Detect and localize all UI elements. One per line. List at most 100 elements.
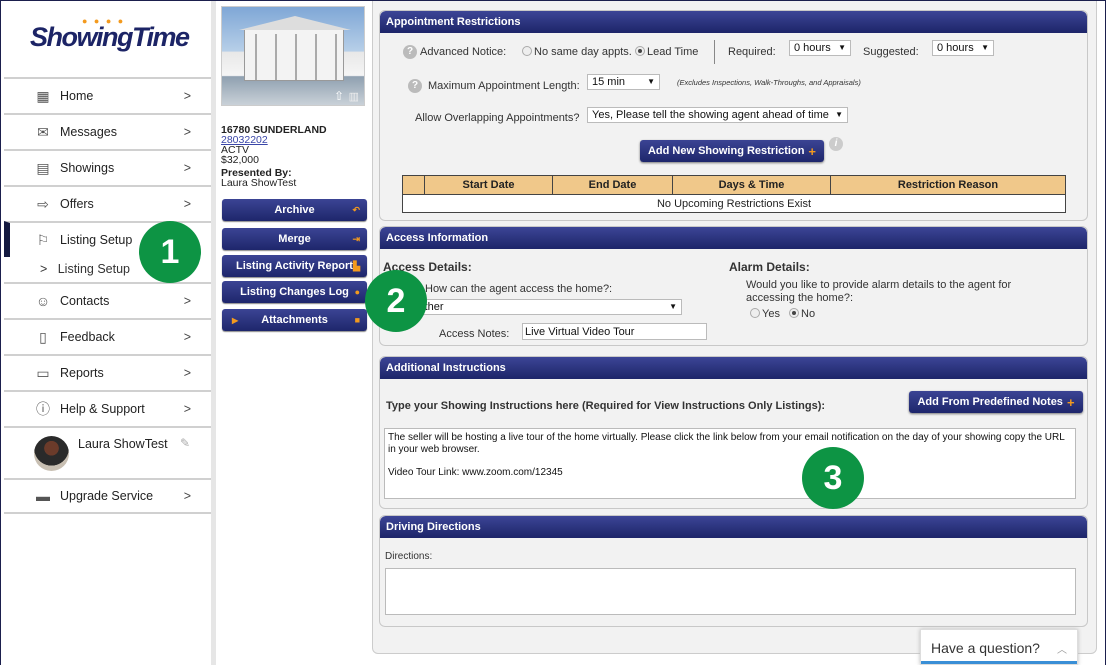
required-label: Required: — [728, 46, 776, 58]
chevron-right-icon: > — [183, 294, 191, 308]
radio-label: Lead Time — [647, 46, 699, 58]
offer-icon: ⇨ — [37, 195, 49, 212]
chevron-right-icon: > — [183, 489, 191, 503]
lead-time-radio[interactable]: Lead Time — [635, 46, 698, 58]
radio-button[interactable] — [522, 46, 532, 56]
button-label: Listing Activity Report — [236, 260, 353, 272]
alarm-question: Would you like to provide alarm details … — [746, 279, 1012, 304]
nav-label: Feedback — [60, 330, 115, 344]
column-header[interactable]: Start Date — [424, 175, 553, 195]
showingtime-logo[interactable]: ShowingTime — [30, 22, 190, 53]
chat-widget[interactable]: Have a question? ︿ — [920, 629, 1078, 665]
column-header — [402, 175, 425, 195]
credit-card-icon: ▬ — [36, 488, 50, 504]
nav-label: Contacts — [60, 294, 110, 308]
upload-icon[interactable]: ⇧ — [334, 89, 344, 103]
step-badge-2: 2 — [365, 270, 427, 332]
instructions-textarea[interactable]: The seller will be hosting a live tour o… — [384, 428, 1076, 499]
divider — [714, 40, 715, 64]
sidebar-item-contacts[interactable]: ☺ Contacts > — [4, 282, 211, 318]
sidebar-item-help-support[interactable]: ⓘ Help & Support > — [4, 390, 211, 426]
user-profile[interactable]: Laura ShowTest ✎ — [4, 426, 211, 478]
listing-activity-report-button[interactable]: Listing Activity Report ▙ — [222, 255, 367, 277]
sidebar-item-upgrade-service[interactable]: ▬ Upgrade Service > — [4, 478, 211, 514]
button-label: Add New Showing Restriction — [647, 145, 805, 157]
overlap-select[interactable]: Yes, Please tell the showing agent ahead… — [587, 107, 848, 123]
nav-label: Listing Setup — [60, 233, 133, 247]
section-header: Access Information — [380, 227, 1087, 249]
max-length-select[interactable]: 15 min — [587, 74, 660, 90]
radio-label: Yes — [762, 308, 780, 320]
no-same-day-radio[interactable]: No same day appts. — [522, 46, 632, 58]
column-header[interactable]: End Date — [552, 175, 673, 195]
undo-icon: ↶ — [352, 204, 360, 215]
radio-button[interactable] — [635, 46, 645, 56]
contacts-icon: ☺ — [35, 293, 51, 309]
nav-label: Offers — [60, 197, 94, 211]
suggested-label: Suggested: — [863, 46, 919, 58]
plus-icon: + — [808, 143, 817, 159]
required-hours-select[interactable]: 0 hours — [789, 40, 851, 56]
access-notes-label: Access Notes: — [439, 328, 510, 340]
button-label: Add From Predefined Notes — [917, 396, 1063, 408]
alarm-no-radio[interactable]: No — [789, 308, 815, 320]
section-header: Additional Instructions — [380, 357, 1087, 379]
button-label: Listing Changes Log — [240, 286, 349, 298]
chevron-right-icon: > — [183, 402, 191, 416]
info-icon[interactable]: i — [829, 137, 843, 151]
listing-photo[interactable]: ⇧ ▥ — [221, 6, 365, 106]
column-header[interactable]: Days & Time — [672, 175, 831, 195]
avatar — [34, 436, 69, 471]
archive-button[interactable]: Archive ↶ — [222, 199, 367, 221]
chevron-right-icon: > — [183, 89, 191, 103]
access-notes-input[interactable]: Live Virtual Video Tour — [522, 323, 707, 340]
nav-label: Messages — [60, 125, 117, 139]
help-icon[interactable]: ? — [408, 79, 422, 93]
merge-icon: ⇥ — [352, 233, 360, 244]
chevron-up-icon[interactable]: ︿ — [1057, 641, 1067, 656]
trash-icon[interactable]: ▥ — [349, 90, 359, 103]
alarm-yes-radio[interactable]: Yes — [750, 308, 780, 320]
nav-label: Upgrade Service — [60, 489, 154, 503]
envelope-icon: ✉ — [37, 123, 49, 140]
instructions-prompt: Type your Showing Instructions here (Req… — [386, 400, 826, 412]
listing-changes-log-button[interactable]: Listing Changes Log ● — [222, 281, 367, 303]
add-showing-restriction-button[interactable]: Add New Showing Restriction + — [640, 140, 824, 162]
plus-icon: + — [1066, 394, 1075, 410]
merge-button[interactable]: Merge ⇥ — [222, 228, 367, 250]
nav-label: Showings — [60, 161, 115, 175]
sidebar-item-home[interactable]: ▦ Home > — [4, 77, 211, 113]
chevron-right-icon: > — [183, 161, 191, 175]
sidebar-subitem-listing-setup[interactable]: > Listing Setup — [40, 262, 130, 276]
chevron-right-icon: > — [183, 125, 191, 139]
help-icon[interactable]: ? — [403, 45, 417, 59]
subitem-label: Listing Setup — [57, 262, 131, 276]
add-predefined-notes-button[interactable]: Add From Predefined Notes + — [909, 391, 1083, 413]
edit-icon[interactable]: ✎ — [180, 436, 190, 450]
restrictions-table: Start Date End Date Days & Time Restrict… — [402, 175, 1066, 213]
radio-button[interactable] — [789, 308, 799, 318]
section-header: Driving Directions — [380, 516, 1087, 538]
sidebar-item-offers[interactable]: ⇨ Offers > — [4, 185, 211, 221]
button-label: Attachments — [261, 314, 328, 326]
step-badge-1: 1 — [139, 221, 201, 283]
radio-button[interactable] — [750, 308, 760, 318]
directions-textarea[interactable] — [385, 568, 1076, 615]
attachments-button[interactable]: ▶ Attachments ■ — [222, 309, 367, 331]
user-name: Laura ShowTest — [78, 437, 168, 451]
suggested-hours-select[interactable]: 0 hours — [932, 40, 994, 56]
access-method-select[interactable]: Other — [411, 299, 682, 315]
column-header[interactable]: Restriction Reason — [830, 175, 1066, 195]
chevron-right-icon: > — [183, 366, 191, 380]
nav-label: Reports — [60, 366, 104, 380]
folder-icon: ■ — [354, 315, 360, 325]
chevron-right-icon: > — [183, 197, 191, 211]
sidebar-item-reports[interactable]: ▭ Reports > — [4, 354, 211, 390]
sidebar-item-showings[interactable]: ▤ Showings > — [4, 149, 211, 185]
dashboard-icon: ▦ — [36, 87, 50, 104]
sidebar-item-feedback[interactable]: ▯ Feedback > — [4, 318, 211, 354]
chevron-right-icon: > — [183, 330, 191, 344]
sidebar-item-messages[interactable]: ✉ Messages > — [4, 113, 211, 149]
radio-label: No same day appts. — [534, 46, 632, 58]
reports-icon: ▭ — [36, 364, 50, 381]
